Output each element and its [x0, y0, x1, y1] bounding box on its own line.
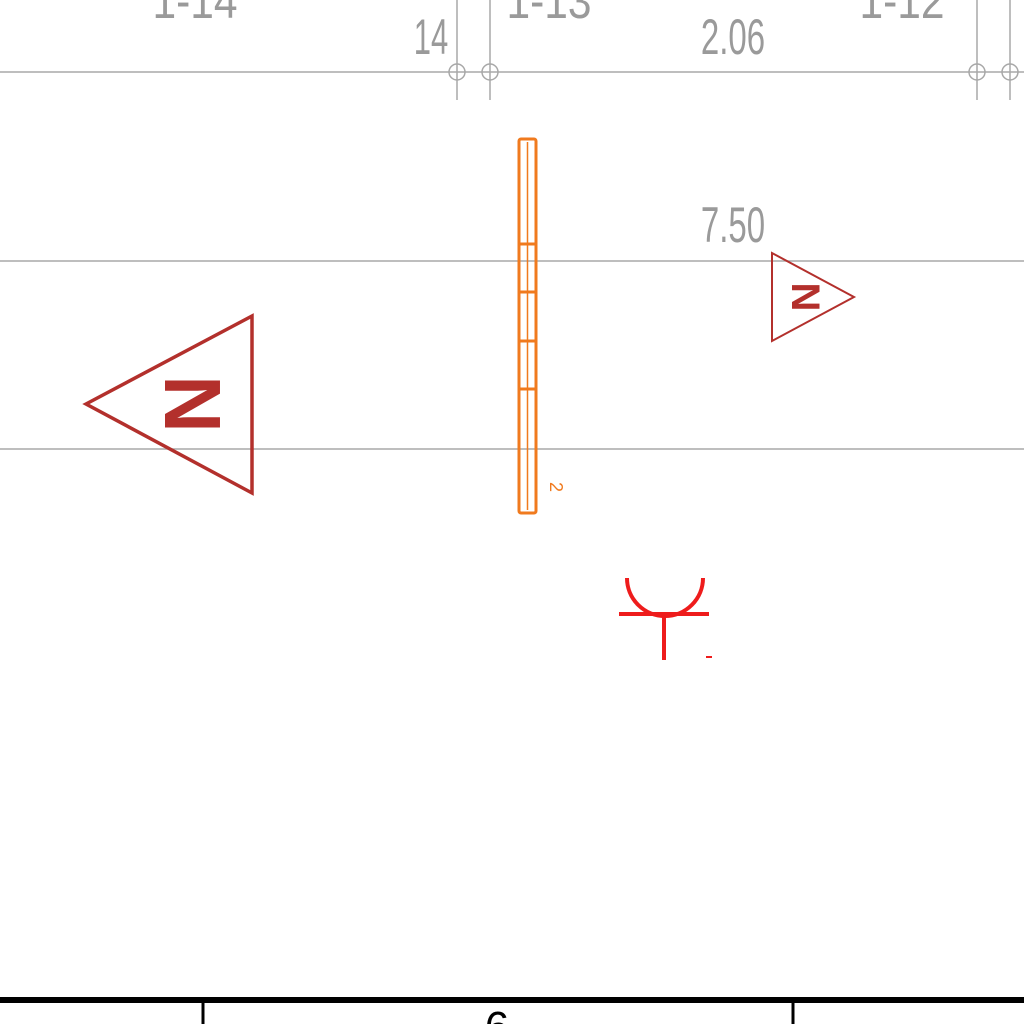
dimension-label-7-50: 7.50 — [701, 197, 765, 252]
title-cell-label: 6 — [485, 1003, 509, 1024]
dimension-label-14: 14 — [414, 8, 448, 64]
rail-note-label: 2 — [546, 482, 566, 492]
tag-letter-small: N — [783, 283, 827, 312]
triangle-n-tag-icon: N — [771, 251, 857, 343]
top-dimension-string: 1-14 14 1-13 2.06 1-12 — [0, 0, 1024, 100]
section-label-1-14: 1-14 — [152, 0, 237, 29]
title-block-frame: 6 — [0, 997, 1024, 1024]
section-label-1-13: 1-13 — [506, 0, 591, 29]
cad-drawing-canvas: 1-14 14 1-13 2.06 1-12 7.50 N N 2 — [0, 0, 1024, 1024]
y-fixture-icon — [619, 577, 712, 660]
triangle-n-tag-icon: N — [82, 313, 254, 496]
section-label-1-12: 1-12 — [859, 0, 944, 29]
tag-letter-large: N — [148, 375, 237, 433]
orange-rail-element: 2 — [517, 137, 566, 515]
dimension-label-2-06: 2.06 — [701, 9, 765, 64]
